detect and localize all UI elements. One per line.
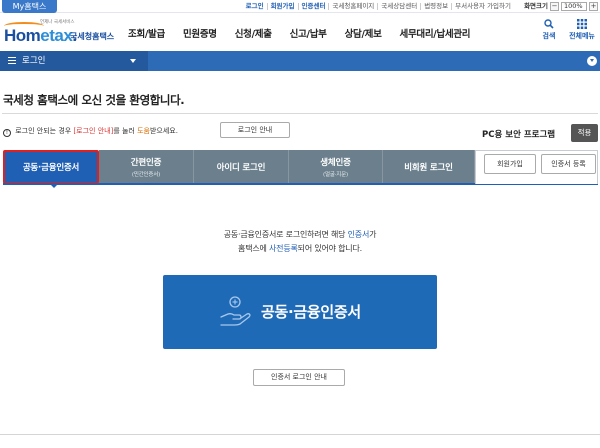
zoom-label: 화면크기 <box>524 2 548 10</box>
tax-consult-link[interactable]: 국세상담센터 <box>377 3 420 10</box>
tab-id-login[interactable]: 아이디 로그인 <box>194 150 289 184</box>
big-button-label: 공동·금융인증서 <box>261 303 361 321</box>
cert-login-description: 공동·금융인증서로 로그인하려면 해당 인증서가 홈택스에 사전등록되어 있어야… <box>223 230 377 253</box>
tab-joint-financial-cert[interactable]: 공동·금융인증서 <box>3 150 99 188</box>
menu-inquiry-issue[interactable]: 조회/발급 <box>128 26 165 40</box>
hometax-logo[interactable]: 언제나 국세서비스 Hometax. 국세청홈택스 <box>4 20 116 48</box>
law-info-link[interactable]: 법령정보 <box>420 3 451 10</box>
zoom-select[interactable]: 100% <box>561 2 587 11</box>
nts-homepage-link[interactable]: 국세청홈페이지 <box>328 3 377 10</box>
search-button[interactable]: 검색 <box>538 19 560 41</box>
my-hometax-tab[interactable]: My홈택스 <box>2 0 57 13</box>
signup-button[interactable]: 회원가입 <box>484 154 536 174</box>
zoom-out-button[interactable]: − <box>550 2 559 11</box>
login-link[interactable]: 로그인 <box>243 3 267 10</box>
login-guide-button[interactable]: 로그인 안내 <box>220 122 290 138</box>
hand-cert-icon <box>220 296 251 326</box>
dept-user-join-link[interactable]: 부서사용자 가입하기 <box>451 3 514 10</box>
collapse-down-icon[interactable] <box>587 56 597 66</box>
pc-security-label: PC용 보안 프로그램 <box>482 130 556 140</box>
utility-links: 로그인 회원가입 인증센터 국세청홈페이지 국세상담센터 법령정보 부서사용자 … <box>243 0 514 13</box>
logo-korean-name: 국세청홈택스 <box>70 32 115 41</box>
menu-report-pay[interactable]: 신고/납부 <box>290 26 327 40</box>
search-icon <box>544 19 554 29</box>
login-notice: ! 로그인 안되는 경우 [로그인 안내]를 눌러 도움받으세요. <box>3 126 178 137</box>
hamburger-icon <box>8 55 16 66</box>
cert-center-link[interactable]: 인증센터 <box>297 3 329 10</box>
tab-non-member-login[interactable]: 비회원 로그인 <box>383 150 475 184</box>
footer-divider <box>0 434 600 435</box>
location-dropdown[interactable]: 로그인 <box>0 51 148 71</box>
logo-tagline: 언제나 국세서비스 <box>40 20 75 25</box>
site-header: 언제나 국세서비스 Hometax. 국세청홈택스 조회/발급 민원증명 신청/… <box>0 14 600 51</box>
location-bar: 로그인 <box>0 51 600 71</box>
main-menu: 조회/발급 민원증명 신청/제출 신고/납부 상담/제보 세무대리/납세관리 <box>128 14 488 51</box>
apply-security-button[interactable]: 적용 <box>571 124 598 142</box>
utility-bar: My홈택스 로그인 회원가입 인증센터 국세청홈페이지 국세상담센터 법령정보 … <box>0 0 600 13</box>
tab-biometric-auth[interactable]: 생체인증 (얼굴·지문) <box>289 150 383 184</box>
joint-financial-cert-login-button[interactable]: 공동·금융인증서 <box>163 275 437 349</box>
menu-apply-submit[interactable]: 신청/제출 <box>235 26 272 40</box>
grid-menu-icon <box>577 19 587 29</box>
zoom-in-button[interactable]: + <box>589 2 598 11</box>
cert-register-button[interactable]: 인증서 등록 <box>541 154 596 174</box>
menu-certificates[interactable]: 민원증명 <box>183 26 217 40</box>
signup-link[interactable]: 회원가입 <box>266 3 298 10</box>
dropdown-caret-icon <box>130 59 136 63</box>
logo-wordmark: Hometax. <box>4 26 77 45</box>
title-divider <box>2 113 598 114</box>
exclamation-icon: ! <box>3 129 11 137</box>
menu-consult-report[interactable]: 상담/제보 <box>345 26 382 40</box>
location-current: 로그인 <box>22 56 46 66</box>
login-method-tabs: 공동·금융인증서 간편인증 (민간인증서) 아이디 로그인 생체인증 (얼굴·지… <box>3 150 475 188</box>
page-title: 국세청 홈택스에 오신 것을 환영합니다. <box>3 93 185 107</box>
menu-agent-management[interactable]: 세무대리/납세관리 <box>400 26 471 40</box>
all-menu-button[interactable]: 전체메뉴 <box>566 19 598 41</box>
cert-login-guide-button[interactable]: 인증서 로그인 안내 <box>253 369 345 386</box>
tab-simple-auth[interactable]: 간편인증 (민간인증서) <box>99 150 194 184</box>
